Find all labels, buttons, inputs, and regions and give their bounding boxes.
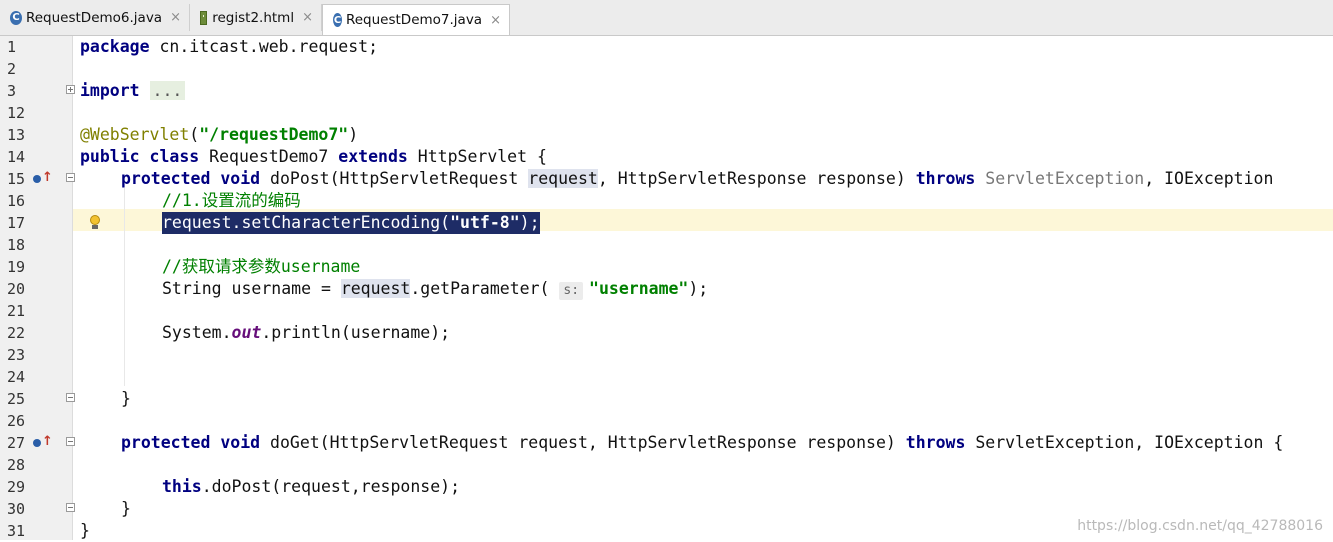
class-icon: C: [333, 13, 342, 27]
line-number: 24: [7, 368, 26, 386]
line-number: 30: [7, 500, 26, 518]
code-line-16: 16 //1.设置流的编码: [0, 190, 1333, 212]
code-line-27: 27 ↑ protected void doGet(HttpServletReq…: [0, 432, 1333, 454]
code-line-14: 14 public class RequestDemo7 extends Htt…: [0, 146, 1333, 168]
line-number: 16: [7, 192, 26, 210]
parameter-hint: s:: [559, 282, 584, 300]
code-line-15: 15 ↑ protected void doPost(HttpServletRe…: [0, 168, 1333, 190]
tab-label: RequestDemo7.java: [345, 12, 483, 28]
code-text[interactable]: String username = request.getParameter( …: [162, 278, 708, 300]
fold-collapse-icon[interactable]: [66, 393, 75, 402]
code-comment[interactable]: //1.设置流的编码: [162, 190, 301, 212]
code-line-28: 28: [0, 454, 1333, 476]
code-text[interactable]: }: [121, 388, 131, 410]
line-number: 29: [7, 478, 26, 496]
folded-imports: ...: [149, 81, 186, 100]
code-editor[interactable]: 1 package cn.itcast.web.request; 2 3 imp…: [0, 36, 1333, 540]
code-text[interactable]: protected void doPost(HttpServletRequest…: [121, 168, 1273, 190]
fold-collapse-icon[interactable]: [66, 503, 75, 512]
code-comment[interactable]: //获取请求参数username: [162, 256, 360, 278]
code-text[interactable]: protected void doGet(HttpServletRequest …: [121, 432, 1283, 454]
line-number: 2: [7, 60, 17, 78]
editor-tab-bar: C RequestDemo6.java × regist2.html × C R…: [0, 0, 1333, 36]
code-text[interactable]: System.out.println(username);: [162, 322, 450, 344]
line-number: 26: [7, 412, 26, 430]
code-line-19: 19 //获取请求参数username: [0, 256, 1333, 278]
fold-expand-icon[interactable]: [66, 85, 75, 94]
tab-requestdemo6[interactable]: C RequestDemo6.java ×: [0, 4, 190, 31]
close-icon[interactable]: ×: [490, 13, 501, 28]
code-line-29: 29 this.doPost(request,response);: [0, 476, 1333, 498]
tab-label: regist2.html: [212, 9, 295, 26]
line-number: 1: [7, 38, 17, 56]
tab-label: RequestDemo6.java: [25, 9, 163, 26]
lightbulb-icon[interactable]: [89, 215, 101, 231]
line-number: 28: [7, 456, 26, 474]
close-icon[interactable]: ×: [170, 10, 181, 25]
code-text[interactable]: }: [80, 520, 90, 542]
code-line-20: 20 String username = request.getParamete…: [0, 278, 1333, 300]
code-line-1: 1 package cn.itcast.web.request;: [0, 36, 1333, 58]
code-line-3: 3 import ...: [0, 80, 1333, 102]
line-number: 25: [7, 390, 26, 408]
line-number: 3: [7, 82, 17, 100]
close-icon[interactable]: ×: [302, 10, 313, 25]
code-line-17: 17 request.setCharacterEncoding("utf-8")…: [0, 212, 1333, 234]
code-text[interactable]: this.doPost(request,response);: [162, 476, 460, 498]
code-line-12: 12: [0, 102, 1333, 124]
code-line-26: 26: [0, 410, 1333, 432]
code-line-23: 23: [0, 344, 1333, 366]
line-number: 21: [7, 302, 26, 320]
code-text[interactable]: public class RequestDemo7 extends HttpSe…: [80, 146, 547, 168]
code-text[interactable]: @WebServlet("/requestDemo7"): [80, 124, 358, 146]
line-number: 20: [7, 280, 26, 298]
line-number: 23: [7, 346, 26, 364]
code-line-2: 2: [0, 58, 1333, 80]
code-line-24: 24: [0, 366, 1333, 388]
line-number: 14: [7, 148, 26, 166]
line-number: 22: [7, 324, 26, 342]
tab-requestdemo7[interactable]: C RequestDemo7.java ×: [322, 4, 510, 35]
watermark-text: https://blog.csdn.net/qq_42788016: [1077, 518, 1323, 534]
html-file-icon: [200, 10, 208, 25]
line-number: 15: [7, 170, 26, 188]
line-number: 17: [7, 214, 26, 232]
code-text[interactable]: }: [121, 498, 131, 520]
selected-code-text[interactable]: request.setCharacterEncoding("utf-8");: [162, 212, 540, 234]
override-method-icon[interactable]: ↑: [33, 434, 53, 450]
code-text[interactable]: package cn.itcast.web.request;: [80, 36, 378, 58]
code-line-30: 30 }: [0, 498, 1333, 520]
fold-collapse-icon[interactable]: [66, 437, 75, 446]
line-number: 13: [7, 126, 26, 144]
tab-regist2[interactable]: regist2.html ×: [190, 4, 322, 31]
code-text[interactable]: import ...: [80, 80, 186, 102]
line-number: 19: [7, 258, 26, 276]
override-method-icon[interactable]: ↑: [33, 170, 53, 186]
line-number: 31: [7, 522, 26, 540]
code-line-22: 22 System.out.println(username);: [0, 322, 1333, 344]
code-line-13: 13 @WebServlet("/requestDemo7"): [0, 124, 1333, 146]
class-icon: C: [10, 10, 22, 25]
fold-collapse-icon[interactable]: [66, 173, 75, 182]
code-line-25: 25 }: [0, 388, 1333, 410]
line-number: 27: [7, 434, 26, 452]
code-line-21: 21: [0, 300, 1333, 322]
code-line-18: 18: [0, 234, 1333, 256]
line-number: 18: [7, 236, 26, 254]
line-number: 12: [7, 104, 26, 122]
